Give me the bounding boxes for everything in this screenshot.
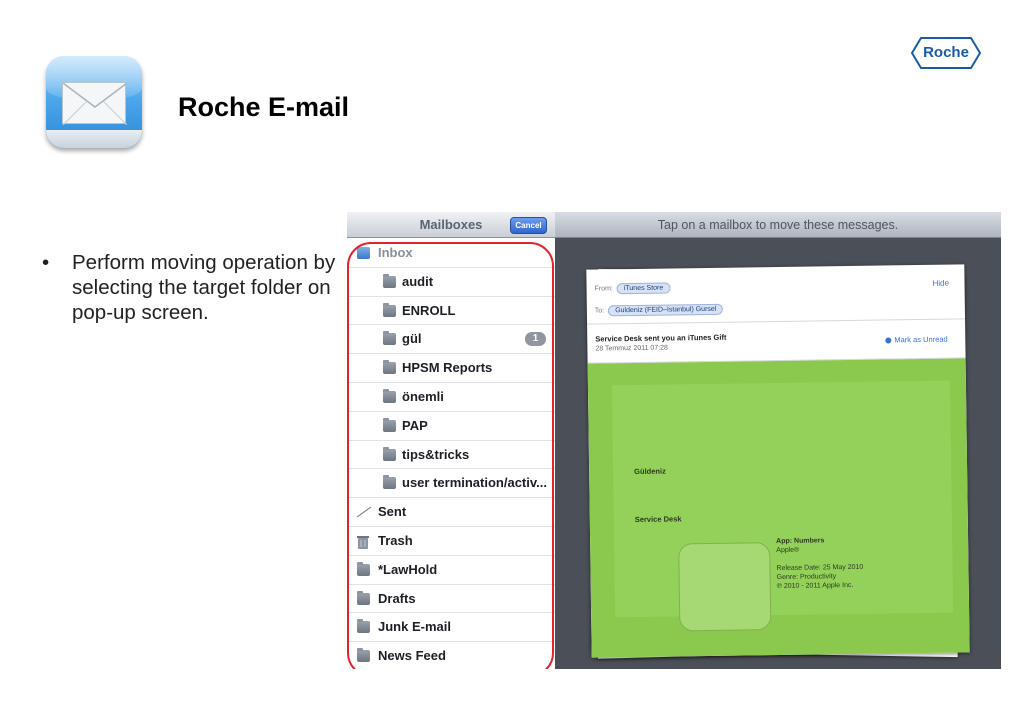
- move-prompt: Tap on a mailbox to move these messages.: [657, 218, 899, 232]
- envelope-icon: [62, 82, 127, 125]
- unread-dot-icon: [885, 337, 892, 344]
- hide-link[interactable]: Hide: [932, 279, 949, 288]
- slide-title: Roche E-mail: [178, 92, 350, 122]
- to-row: To: Guldeniz (FEID–Istanbul) Gursel: [594, 303, 724, 317]
- mailboxes-header: Mailboxes Cancel: [347, 212, 555, 238]
- body-recipient-name: Güldeniz: [634, 466, 666, 477]
- from-address-pill[interactable]: iTunes Store: [616, 282, 671, 295]
- body-sender-name: Service Desk: [634, 514, 682, 525]
- mail-app-icon: [46, 56, 142, 148]
- app-info: App: Numbers Apple® Release Date: 25 May…: [776, 536, 864, 591]
- divider: [587, 318, 966, 325]
- bullet-item: Perform moving operation by selecting th…: [38, 250, 338, 325]
- roche-logo-text: Roche: [923, 44, 969, 61]
- mark-as-unread-button[interactable]: Mark as Unread: [885, 334, 948, 345]
- from-row: From: iTunes Store: [594, 282, 671, 295]
- ipad-screenshot: Mailboxes Cancel Inbox audit ENROLL gül …: [347, 212, 1001, 669]
- to-label: To:: [594, 307, 605, 315]
- message-body: Güldeniz Service Desk App: Numbers Apple…: [587, 358, 970, 658]
- cancel-button[interactable]: Cancel: [510, 217, 547, 234]
- message-date: 28 Temmuz 2011 07:28: [595, 344, 668, 353]
- bullet-list: Perform moving operation by selecting th…: [38, 250, 338, 325]
- message-subject: Service Desk sent you an iTunes Gift: [595, 332, 727, 344]
- mailboxes-popover: Mailboxes Cancel Inbox audit ENROLL gül …: [347, 212, 555, 669]
- message-card: From: iTunes Store Hide To: Guldeniz (FE…: [586, 264, 970, 658]
- message-preview-area: Tap on a mailbox to move these messages.…: [555, 212, 1001, 669]
- from-label: From:: [594, 285, 613, 293]
- message-area-header: Tap on a mailbox to move these messages.: [555, 212, 1001, 238]
- mark-as-unread-label: Mark as Unread: [894, 334, 948, 345]
- highlight-outline: [347, 242, 554, 669]
- roche-logo: Roche: [911, 37, 981, 69]
- copyright: ℗ 2010 - 2011 Apple Inc.: [776, 581, 854, 591]
- app-artwork: [678, 542, 772, 632]
- to-address-pill[interactable]: Guldeniz (FEID–Istanbul) Gursel: [608, 303, 724, 317]
